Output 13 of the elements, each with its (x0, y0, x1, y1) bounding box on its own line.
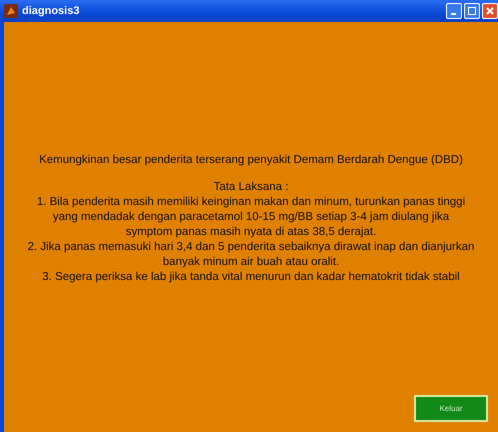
close-button[interactable] (482, 3, 498, 19)
treatment-step: 1. Bila penderita masih memiliki keinginan makan dan minum, turunkan panas tinggi yang mendadak dengan paracetamol 10-15 mg/BB setiap 3-4 jam diulang jika symptom panas masih nyata di atas 38,5 derajat. (36, 195, 466, 240)
maximize-icon (468, 7, 476, 15)
treatment-step: 2. Jika panas memasuki hari 3,4 dan 5 penderita sebaiknya dirawat inap dan dianjurkan banyak minum air buah atau oralit. (28, 240, 474, 270)
exit-button[interactable]: Keluar (414, 395, 488, 422)
treatment-heading: Tata Laksana : (214, 180, 288, 195)
maximize-button[interactable] (464, 3, 480, 19)
minimize-button[interactable] (446, 3, 462, 19)
window-title: diagnosis3 (22, 5, 80, 17)
treatment-step: 3. Segera periksa ke lab jika tanda vital menurun dan kadar hematokrit tidak stabil (42, 270, 460, 285)
app-icon (4, 4, 18, 18)
close-icon (486, 7, 494, 15)
diagnosis-text: Kemungkinan besar penderita terserang penyakit Demam Berdarah Dengue (DBD) (39, 153, 463, 168)
